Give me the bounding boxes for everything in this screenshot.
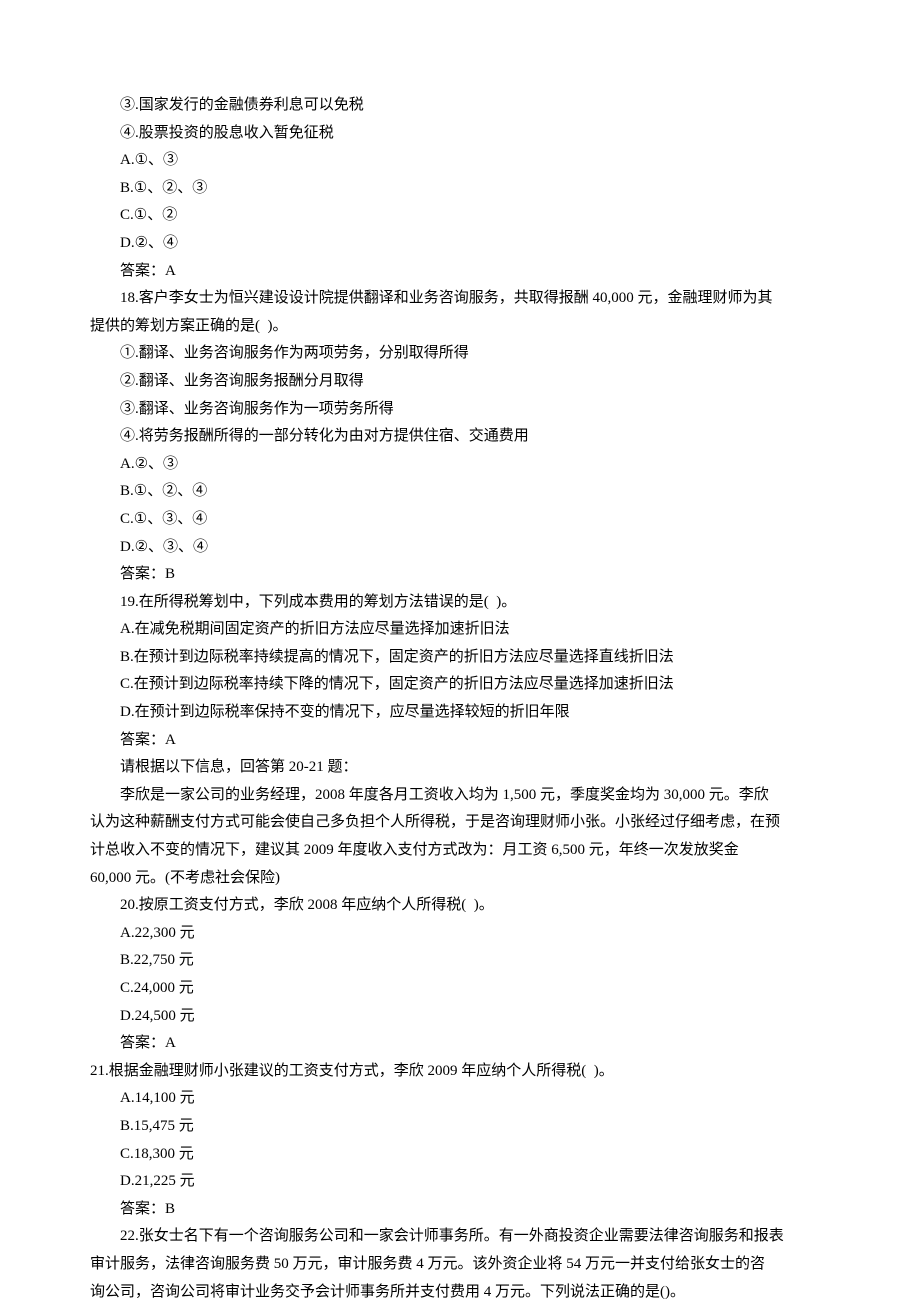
text-line: A.①、③	[90, 147, 830, 175]
text-line: 22.张女士名下有一个咨询服务公司和一家会计师事务所。有一外商投资企业需要法律咨…	[90, 1223, 830, 1251]
text-line: C.在预计到边际税率持续下降的情况下，固定资产的折旧方法应尽量选择加速折旧法	[90, 671, 830, 699]
text-line: 李欣是一家公司的业务经理，2008 年度各月工资收入均为 1,500 元，季度奖…	[90, 782, 830, 810]
text-line: A.在减免税期间固定资产的折旧方法应尽量选择加速折旧法	[90, 616, 830, 644]
text-line: D.21,225 元	[90, 1168, 830, 1196]
text-line: ③.翻译、业务咨询服务作为一项劳务所得	[90, 396, 830, 424]
text-line: C.①、③、④	[90, 506, 830, 534]
text-line: ①.翻译、业务咨询服务作为两项劳务，分别取得所得	[90, 340, 830, 368]
text-line: 60,000 元。(不考虑社会保险)	[90, 865, 830, 893]
text-line: C.18,300 元	[90, 1141, 830, 1169]
text-line: C.24,000 元	[90, 975, 830, 1003]
text-line: B.22,750 元	[90, 947, 830, 975]
text-line: 21.根据金融理财师小张建议的工资支付方式，李欣 2009 年应纳个人所得税( …	[90, 1058, 830, 1086]
text-line: 答案：A	[90, 1030, 830, 1058]
text-line: A.②、③	[90, 451, 830, 479]
text-line: 审计服务，法律咨询服务费 50 万元，审计服务费 4 万元。该外资企业将 54 …	[90, 1251, 830, 1279]
text-line: ④.股票投资的股息收入暂免征税	[90, 120, 830, 148]
text-line: ③.国家发行的金融债券利息可以免税	[90, 92, 830, 120]
text-line: D.②、③、④	[90, 534, 830, 562]
text-line: 答案：B	[90, 1196, 830, 1224]
text-line: 答案：A	[90, 727, 830, 755]
text-line: 认为这种薪酬支付方式可能会使自己多负担个人所得税，于是咨询理财师小张。小张经过仔…	[90, 809, 830, 837]
text-line: A.22,300 元	[90, 920, 830, 948]
text-line: B.①、②、④	[90, 478, 830, 506]
text-line: 请根据以下信息，回答第 20-21 题：	[90, 754, 830, 782]
text-line: B.15,475 元	[90, 1113, 830, 1141]
text-line: 答案：A	[90, 258, 830, 286]
text-line: ②.翻译、业务咨询服务报酬分月取得	[90, 368, 830, 396]
text-line: D.在预计到边际税率保持不变的情况下，应尽量选择较短的折旧年限	[90, 699, 830, 727]
text-line: 19.在所得税筹划中，下列成本费用的筹划方法错误的是( )。	[90, 589, 830, 617]
text-line: ④.将劳务报酬所得的一部分转化为由对方提供住宿、交通费用	[90, 423, 830, 451]
text-line: 答案：B	[90, 561, 830, 589]
text-line: D.②、④	[90, 230, 830, 258]
text-line: 18.客户李女士为恒兴建设设计院提供翻译和业务咨询服务，共取得报酬 40,000…	[90, 285, 830, 313]
text-line: 计总收入不变的情况下，建议其 2009 年度收入支付方式改为：月工资 6,500…	[90, 837, 830, 865]
text-line: C.①、②	[90, 202, 830, 230]
text-line: 20.按原工资支付方式，李欣 2008 年应纳个人所得税( )。	[90, 892, 830, 920]
text-line: A.14,100 元	[90, 1085, 830, 1113]
text-line: 提供的筹划方案正确的是( )。	[90, 313, 830, 341]
document-page: ③.国家发行的金融债券利息可以免税④.股票投资的股息收入暂免征税A.①、③B.①…	[0, 0, 920, 1302]
text-line: B.在预计到边际税率持续提高的情况下，固定资产的折旧方法应尽量选择直线折旧法	[90, 644, 830, 672]
text-line: B.①、②、③	[90, 175, 830, 203]
text-line: D.24,500 元	[90, 1003, 830, 1031]
